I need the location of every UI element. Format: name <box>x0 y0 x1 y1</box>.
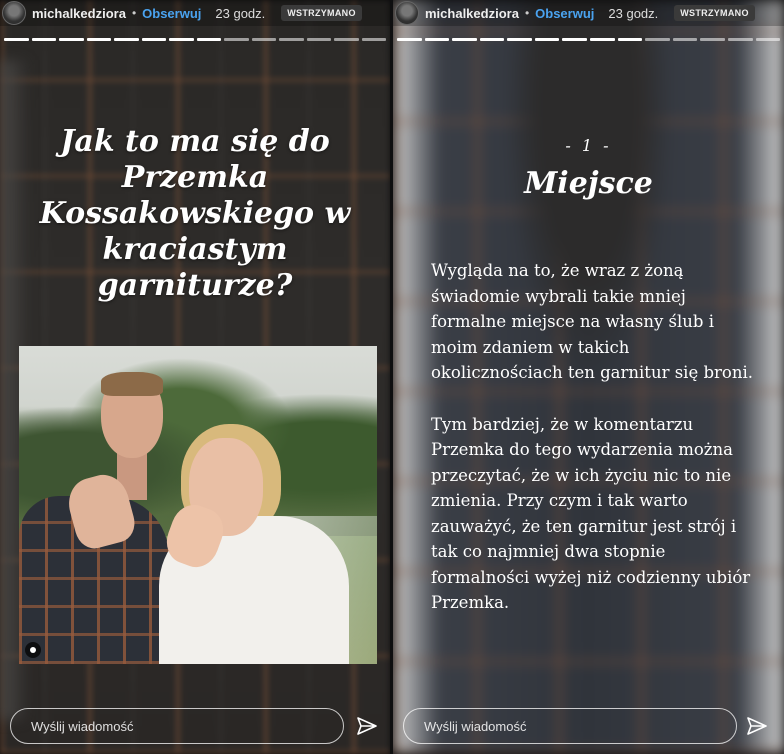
story-left[interactable]: michalkedziora • Obserwuj 23 godz. WSTRZ… <box>0 0 390 754</box>
body-paragraph: Wygląda na to, że wraz z żoną świadomie … <box>431 261 753 382</box>
follow-button[interactable]: Obserwuj <box>142 6 201 21</box>
paper-plane-icon[interactable] <box>355 714 379 738</box>
separator-dot: • <box>524 6 530 20</box>
post-time: 23 godz. <box>215 5 266 21</box>
follow-button[interactable]: Obserwuj <box>535 6 594 21</box>
story-header: michalkedziora • Obserwuj 23 godz. WSTRZ… <box>0 0 390 26</box>
user-tag-icon[interactable] <box>25 642 41 658</box>
paused-badge[interactable]: WSTRZYMANO <box>674 5 755 21</box>
body-paragraph: Tym bardziej, że w komentarzu Przemka do… <box>431 414 751 613</box>
section-body: Wygląda na to, że wraz z żoną świadomie … <box>431 258 761 642</box>
story-right[interactable]: michalkedziora • Obserwuj 23 godz. WSTRZ… <box>393 0 784 754</box>
section-title: Miejsce <box>524 166 653 201</box>
username[interactable]: michalkedziora <box>425 6 519 21</box>
paused-badge[interactable]: WSTRZYMANO <box>281 5 362 21</box>
story-title: Jak to ma się do Przemka Kossakowskiego … <box>39 124 351 303</box>
avatar[interactable] <box>2 1 26 25</box>
section-number: - 1 - <box>565 136 612 155</box>
post-time: 23 godz. <box>608 5 659 21</box>
avatar[interactable] <box>395 1 419 25</box>
reply-placeholder: Wyślij wiadomość <box>424 718 527 734</box>
paper-plane-icon[interactable] <box>745 714 769 738</box>
reply-placeholder: Wyślij wiadomość <box>31 718 134 734</box>
story-header: michalkedziora • Obserwuj 23 godz. WSTRZ… <box>393 0 784 26</box>
separator-dot: • <box>131 6 137 20</box>
username[interactable]: michalkedziora <box>32 6 126 21</box>
story-progress-bar <box>397 38 781 41</box>
wedding-photo <box>19 346 377 664</box>
reply-input[interactable]: Wyślij wiadomość <box>403 708 737 744</box>
story-progress-bar <box>4 38 386 41</box>
reply-input[interactable]: Wyślij wiadomość <box>10 708 344 744</box>
